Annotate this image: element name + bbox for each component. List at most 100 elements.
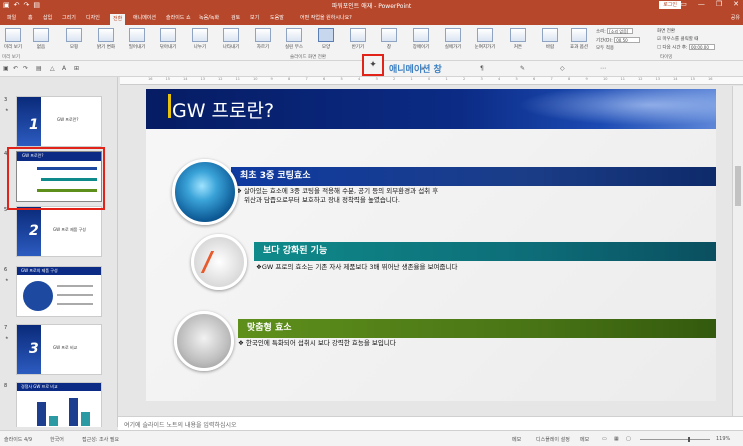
animation-pane-button[interactable]: ✦ <box>362 54 384 76</box>
group-preview: 미리 보기 <box>2 55 20 60</box>
ruler-tick-label: 8 <box>568 77 571 81</box>
item-desc-2[interactable]: ❖GW 프로의 효소는 기존 자사 제품보다 3배 뛰어난 생존율을 보여줍니다 <box>256 263 457 272</box>
transition-reveal[interactable]: 나타내기 <box>220 28 242 50</box>
growth-chart-image[interactable] <box>191 234 247 290</box>
tab-slideshow[interactable]: 슬라이드 쇼 <box>164 14 193 25</box>
thumb-line <box>57 285 93 287</box>
transition-cut[interactable]: 자르기 <box>252 28 274 50</box>
slide-thumbnail-7[interactable]: 3 GW 프로 비교 <box>16 324 102 375</box>
transition-push[interactable]: 밀어내기 <box>126 28 148 50</box>
normal-view-icon[interactable]: ▭ <box>602 436 607 442</box>
tab-animations[interactable]: 애니메이션 <box>131 14 158 25</box>
restore-icon[interactable]: ❐ <box>716 0 722 8</box>
transition-page-curl[interactable]: 눈여지가기 <box>474 28 496 50</box>
zoom-level[interactable]: 119% <box>716 436 730 442</box>
after-input[interactable]: 00:00.00 <box>688 44 715 50</box>
after-checkbox[interactable]: ☐ 다음 시간 후: 00:00.00 <box>657 44 715 53</box>
tab-design[interactable]: 디자인 <box>84 14 102 25</box>
shape-fill-icon[interactable]: ◇ <box>560 65 565 72</box>
comments-toggle[interactable]: 메모 <box>580 436 589 443</box>
item-heading-2[interactable]: 보다 강화된 기능 <box>254 242 716 261</box>
sound-select[interactable]: [소리 없음] <box>607 28 634 34</box>
slide-canvas[interactable]: GW 프로란? 최초 3중 코팅효소 ❖ 살아있는 효소에 3중 코팅을 적용해… <box>146 89 716 401</box>
language-indicator[interactable]: 한국어 <box>50 436 64 443</box>
transition-peel[interactable]: 실에가기 <box>442 28 464 50</box>
paragraph-icon[interactable]: ¶ <box>480 65 484 72</box>
duration-input[interactable]: 00.50 <box>614 36 641 43</box>
tab-file[interactable]: 파일 <box>5 14 18 25</box>
ribbon-display-icon[interactable]: ▭ <box>680 0 687 8</box>
transition-wind[interactable]: 바람 <box>539 28 561 50</box>
transition-cover[interactable]: 창 <box>378 28 400 50</box>
duration-row: 기간(D): 00.50 <box>596 36 641 46</box>
ruler-tick-label: 4 <box>498 77 501 81</box>
transition-shape[interactable]: 모양 <box>315 28 337 50</box>
thumb-number: 8 <box>4 383 8 389</box>
apply-all-button[interactable]: 모두 적용 <box>596 45 640 53</box>
tab-view[interactable]: 보기 <box>248 14 261 25</box>
scrollbar-thumb[interactable] <box>735 166 741 206</box>
slide-thumbnail-5[interactable]: 2 GW 프로 제품 구성 <box>16 206 102 257</box>
login-button[interactable]: 로그인 <box>659 1 681 9</box>
notes-toggle[interactable]: 메모 <box>512 436 521 443</box>
transition-wipe[interactable]: 닦아내기 <box>157 28 179 50</box>
redo-icon[interactable]: ↷ <box>23 65 28 72</box>
accessibility-status[interactable]: 접근성: 조사 필요 <box>82 436 119 443</box>
transition-flash[interactable]: 장애이기 <box>410 28 432 50</box>
tell-me-search[interactable]: 어떤 작업을 원하시나요? <box>298 14 354 25</box>
slide-thumbnail-pane[interactable]: 3 ★ 1 GW 프로란? 4 GW 프로란? 5 2 GW 프로 제품 구성 … <box>0 77 118 427</box>
notes-pane[interactable]: 여기에 슬라이드 노트의 내용을 입력하십시오 <box>118 416 743 430</box>
tab-review[interactable]: 검토 <box>229 14 242 25</box>
undo-icon[interactable]: ↶ <box>13 65 18 72</box>
slide-sorter-icon[interactable]: ▦ <box>614 436 619 442</box>
effect-options-button[interactable]: 효과 옵션 <box>568 28 590 50</box>
puzzle-image[interactable] <box>174 311 234 371</box>
new-slide-icon[interactable]: ▤ <box>36 65 42 72</box>
textbox-icon[interactable]: A <box>62 65 66 72</box>
pen-icon[interactable]: ✎ <box>520 65 525 72</box>
reading-view-icon[interactable]: ▢ <box>626 436 631 442</box>
group-timing: 타이밍 <box>660 55 673 60</box>
transition-fade[interactable]: 밝기 변화 <box>95 28 117 50</box>
ruler-tick-label: 15 <box>165 77 170 81</box>
slide-thumbnail-6[interactable]: GW 프로의 제품 구성 <box>16 266 102 317</box>
item-heading-3[interactable]: 맞춤형 효소 <box>238 319 716 338</box>
shapes-icon[interactable]: △ <box>50 65 55 72</box>
cell-image[interactable] <box>172 159 238 225</box>
preview-button[interactable]: 미리 보기 <box>2 28 24 50</box>
transition-curtains[interactable]: 커튼 <box>507 28 529 50</box>
slide-thumbnail-8[interactable]: 경쟁사 GW 프로 비교 <box>16 382 102 427</box>
vertical-scrollbar[interactable] <box>732 86 743 416</box>
arrange-icon[interactable]: ⊞ <box>74 65 79 72</box>
tab-transitions[interactable]: 전환 <box>110 14 126 25</box>
share-button[interactable]: 공유 <box>731 14 740 21</box>
transition-split[interactable]: 나누기 <box>189 28 211 50</box>
display-settings-button[interactable]: 디스플레이 설정 <box>536 436 570 443</box>
transition-uncover[interactable]: 반기기 <box>347 28 369 50</box>
item-desc-1-line1[interactable]: ❖ 살아있는 효소에 3중 코팅을 적용해 수분, 공기 등의 외부환경과 섭취… <box>236 187 438 196</box>
tab-home[interactable]: 홈 <box>26 14 35 25</box>
item-desc-3[interactable]: ❖ 한국인에 특화되어 섭취시 보다 강력한 효능을 보입니다 <box>238 339 396 348</box>
save-icon[interactable]: ▣ <box>3 65 9 72</box>
transition-star-icon: ★ <box>5 107 9 112</box>
thumb-line <box>57 294 93 296</box>
minimize-icon[interactable]: — <box>698 0 705 8</box>
more-icon[interactable]: ⋯ <box>600 65 606 72</box>
item-desc-1-line2[interactable]: 위산과 담즙으로부터 보호하고 장내 정착력을 높였습니다. <box>244 196 400 205</box>
on-click-checkbox[interactable]: ☑ 마우스를 클릭할 때 <box>657 36 715 44</box>
close-icon[interactable]: ✕ <box>733 0 739 8</box>
tab-insert[interactable]: 삽입 <box>41 14 54 25</box>
tab-help[interactable]: 도움말 <box>268 14 286 25</box>
zoom-slider[interactable] <box>640 437 710 442</box>
transition-icon <box>381 28 397 42</box>
item-heading-1[interactable]: 최초 3중 코팅효소 <box>231 167 716 186</box>
transition-none[interactable]: 없음 <box>30 28 52 50</box>
tab-draw[interactable]: 그리기 <box>60 14 78 25</box>
transition-morph[interactable]: 모핑 <box>63 28 85 50</box>
transition-icon <box>350 28 366 42</box>
slide-thumbnail-3[interactable]: 1 GW 프로란? <box>16 96 102 147</box>
tab-record[interactable]: 녹음/녹화 <box>197 14 221 25</box>
transition-random-bars[interactable]: 실린 무스 <box>283 28 305 50</box>
ruler-tick-label: 14 <box>673 77 678 81</box>
ruler-tick-label: 4 <box>358 77 361 81</box>
